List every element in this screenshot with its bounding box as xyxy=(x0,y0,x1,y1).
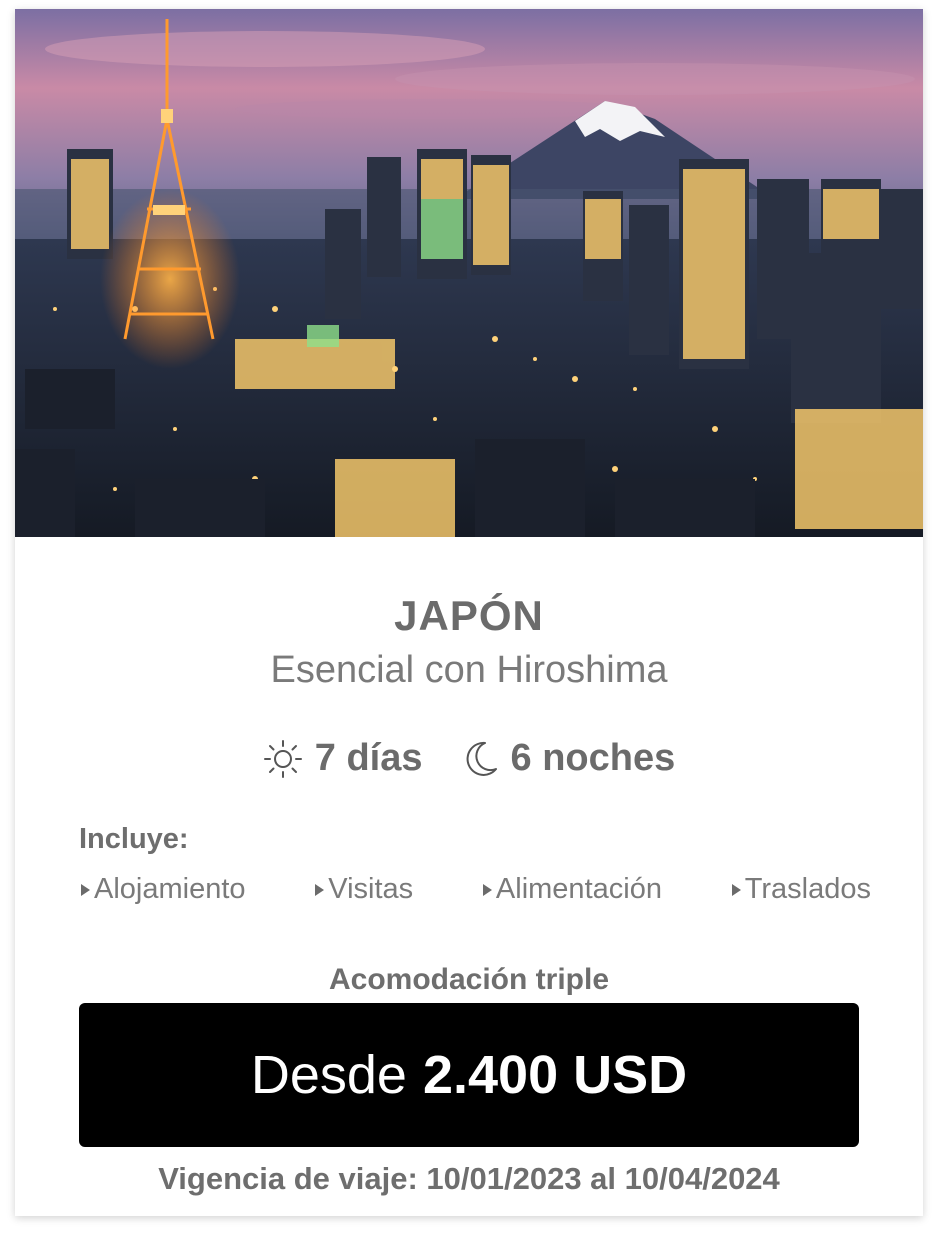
triangle-bullet-icon xyxy=(315,883,325,896)
accommodation-type: Acomodación triple xyxy=(328,963,610,996)
include-item-accommodation: Alojamiento xyxy=(81,873,246,906)
moon-icon xyxy=(466,741,497,776)
triangle-bullet-icon xyxy=(81,883,90,896)
days-info: 7 días xyxy=(263,737,423,780)
travel-validity: Vigencia de viaje: 10/01/2023 al 10/04/2… xyxy=(158,1161,780,1196)
price-prefix: Desde xyxy=(250,1045,407,1105)
include-item-label: Alimentación xyxy=(495,873,662,905)
days-label: 7 días xyxy=(314,737,423,779)
nights-info: 6 noches xyxy=(463,737,676,780)
include-item-label: Traslados xyxy=(744,873,871,905)
nights-label: 6 noches xyxy=(510,737,676,779)
triangle-bullet-icon xyxy=(482,883,492,896)
include-item-transfers: Traslados xyxy=(731,873,871,906)
includes-list: Alojamiento Visitas Alimentación Traslad… xyxy=(81,873,871,906)
price-button[interactable]: Desde 2.400 USD xyxy=(79,1003,859,1147)
duration-row: 7 días 6 noches xyxy=(15,737,923,780)
include-item-label: Alojamiento xyxy=(94,873,246,905)
include-item-meals: Alimentación xyxy=(482,873,662,906)
include-item-label: Visitas xyxy=(328,873,414,905)
sun-icon xyxy=(263,739,302,778)
package-subtitle: Esencial con Hiroshima xyxy=(270,649,668,691)
destination-title: JAPÓN xyxy=(394,592,544,639)
triangle-bullet-icon xyxy=(731,883,741,896)
tour-card[interactable]: JAPÓN Esencial con Hiroshima 7 días 6 no… xyxy=(15,9,923,1216)
price-value: 2.400 USD xyxy=(422,1045,688,1105)
hero-image-tokyo-skyline xyxy=(15,9,923,537)
includes-label: Incluye: xyxy=(79,823,189,855)
include-item-visits: Visitas xyxy=(315,873,413,906)
